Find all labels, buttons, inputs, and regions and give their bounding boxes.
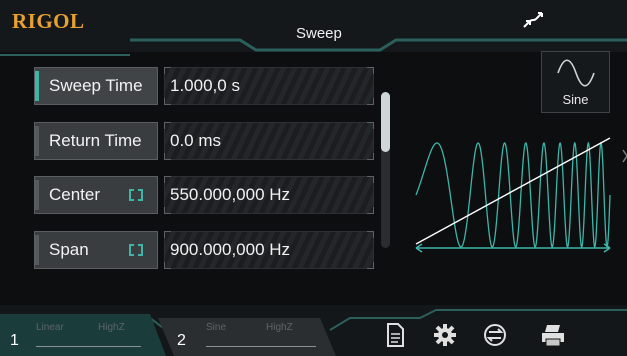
return-time-value-field[interactable]: 0.0 ms xyxy=(164,122,374,160)
channel-1-tab[interactable]: 1 Linear HighZ xyxy=(0,310,160,356)
chirp-waveform xyxy=(415,141,611,249)
param-label: Span xyxy=(49,240,89,259)
param-row-sweep-time[interactable]: Sweep Time 1.000,0 s xyxy=(34,67,374,107)
return-time-button[interactable]: Return Time xyxy=(34,122,158,160)
gear-icon[interactable] xyxy=(432,322,458,348)
waveform-sine-button[interactable]: Sine xyxy=(541,51,610,113)
channel-mode: Linear xyxy=(36,322,64,333)
field-corner xyxy=(367,153,374,160)
field-corner xyxy=(367,207,374,214)
param-label: Sweep Time xyxy=(49,76,143,95)
span-value-field[interactable]: 900.000,000 Hz xyxy=(164,231,374,269)
field-corner xyxy=(164,207,171,214)
sweep-preview-graphic xyxy=(415,137,627,253)
sweep-time-value-field[interactable]: 1.000,0 s xyxy=(164,67,374,105)
sweep-arrows-icon[interactable] xyxy=(520,9,546,31)
param-value: 900.000,000 Hz xyxy=(170,240,291,259)
param-value: 550.000,000 Hz xyxy=(170,185,291,204)
field-corner xyxy=(164,231,171,238)
link-icon xyxy=(129,244,143,256)
field-corner xyxy=(164,67,171,74)
channel-mode: Sine xyxy=(206,322,227,333)
param-row-return-time[interactable]: Return Time 0.0 ms xyxy=(34,122,374,162)
page-title: Sweep xyxy=(296,25,342,42)
link-icon xyxy=(129,189,143,201)
field-corner xyxy=(164,122,171,129)
scrollbar-thumb[interactable] xyxy=(381,92,390,152)
channel-impedance: HighZ xyxy=(266,322,293,333)
printer-icon[interactable] xyxy=(540,322,566,348)
field-corner xyxy=(164,176,171,183)
param-row-span[interactable]: Span 900.000,000 Hz xyxy=(34,231,374,271)
document-icon[interactable] xyxy=(382,322,408,348)
selection-indicator xyxy=(35,180,39,210)
field-corner xyxy=(367,122,374,129)
param-value: 0.0 ms xyxy=(170,131,222,150)
span-button[interactable]: Span xyxy=(34,231,158,269)
selection-indicator xyxy=(35,71,39,101)
field-corner xyxy=(164,98,171,105)
center-value-field[interactable]: 550.000,000 Hz xyxy=(164,176,374,214)
field-corner xyxy=(164,262,171,269)
param-label: Return Time xyxy=(49,131,142,150)
field-corner xyxy=(367,98,374,105)
param-value: 1.000,0 s xyxy=(170,76,240,95)
field-corner xyxy=(367,262,374,269)
field-corner xyxy=(367,176,374,183)
chevron-right-icon xyxy=(622,149,627,163)
channel-divider xyxy=(36,346,141,347)
sweep-time-button[interactable]: Sweep Time xyxy=(34,67,158,105)
brand-logo: RIGOL xyxy=(12,9,85,33)
selection-indicator xyxy=(35,126,39,156)
selection-indicator xyxy=(35,235,39,265)
sync-icon[interactable] xyxy=(482,322,508,348)
param-row-center[interactable]: Center 550.000,000 Hz xyxy=(34,176,374,216)
field-corner xyxy=(164,153,171,160)
waveform-label: Sine xyxy=(562,92,589,107)
channel-number: 2 xyxy=(177,332,186,349)
channel-number: 1 xyxy=(10,332,19,349)
channel-impedance: HighZ xyxy=(98,322,125,333)
channel-2-tab[interactable]: 2 Sine HighZ xyxy=(170,310,330,356)
field-corner xyxy=(367,67,374,74)
channel-divider xyxy=(206,346,316,347)
param-label: Center xyxy=(49,185,101,204)
sine-wave-icon xyxy=(557,59,595,87)
field-corner xyxy=(367,231,374,238)
center-button[interactable]: Center xyxy=(34,176,158,214)
